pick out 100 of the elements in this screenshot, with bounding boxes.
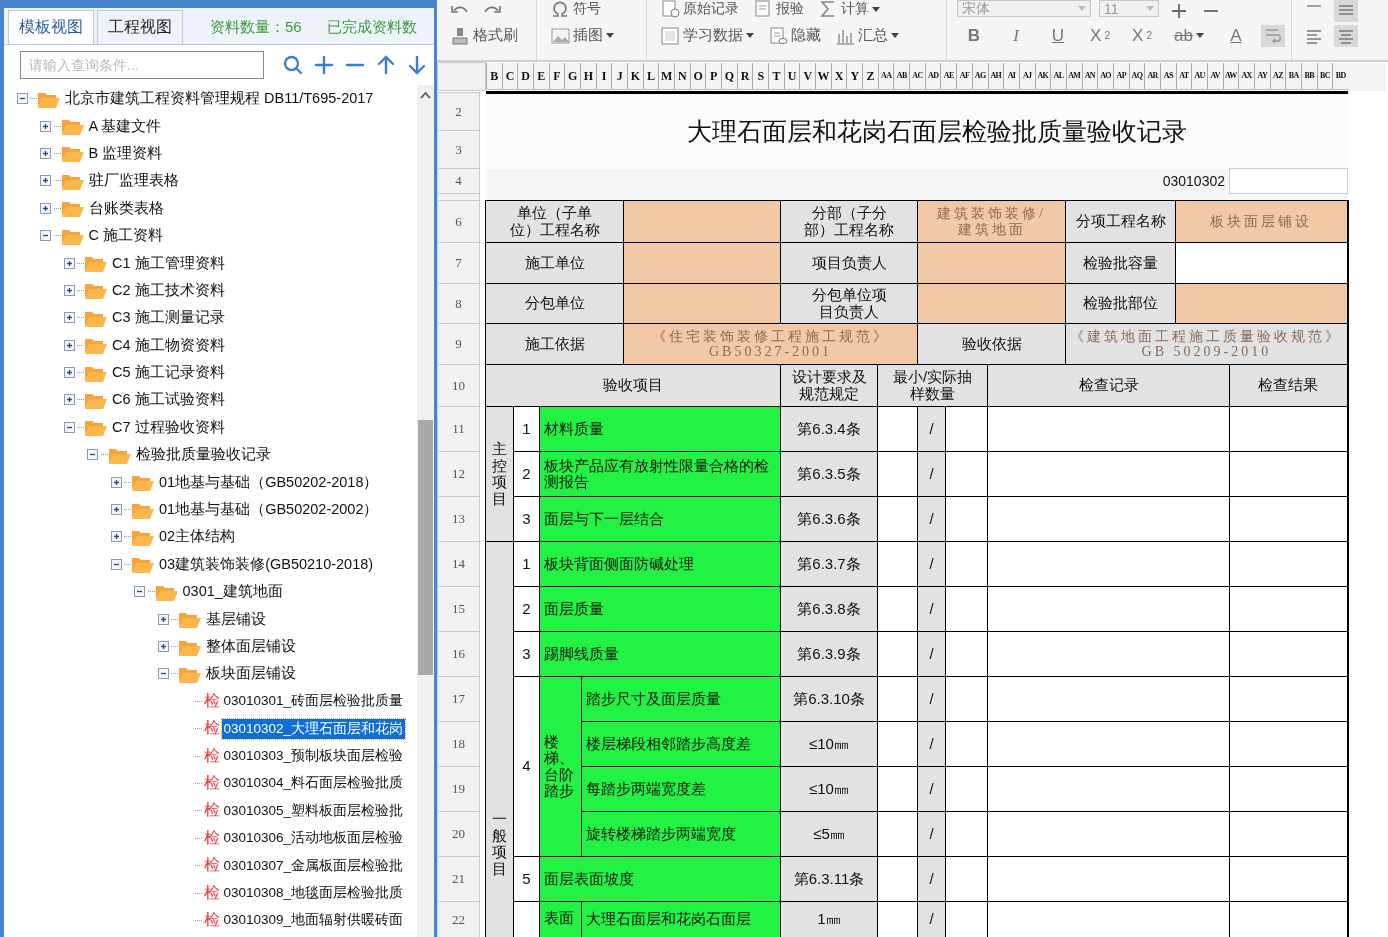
tree-item[interactable]: 整体面层铺设	[204, 636, 298, 657]
column-letter[interactable]: D	[517, 63, 533, 89]
tree-item[interactable]: 驻厂监理表格	[86, 170, 181, 192]
expand-icon[interactable]	[40, 120, 51, 132]
column-letter[interactable]: AP	[1112, 63, 1129, 89]
expand-icon[interactable]	[63, 257, 75, 269]
column-letter[interactable]: V	[799, 63, 816, 89]
tree-item[interactable]: A 基建文件	[86, 115, 164, 137]
column-letter[interactable]: BD	[1332, 63, 1348, 89]
column-letter[interactable]: AM	[1065, 63, 1082, 89]
tree-item[interactable]: C2 施工技术资料	[110, 279, 227, 301]
tree-item[interactable]: 03建筑装饰装修(GB50210-2018)	[157, 553, 376, 575]
scrollbar[interactable]	[417, 85, 434, 937]
down-arrow-icon[interactable]	[407, 55, 427, 75]
input-cell[interactable]	[917, 242, 1066, 284]
tree-item[interactable]: 01地基与基础（GB50202-2002）	[157, 499, 381, 521]
column-letter[interactable]: AI	[1003, 63, 1019, 89]
expand-icon[interactable]	[157, 613, 169, 625]
input-cell[interactable]	[1175, 283, 1348, 324]
column-letter[interactable]: AB	[893, 63, 910, 89]
chevron-up-icon[interactable]	[420, 91, 431, 99]
column-letter[interactable]: AL	[1050, 63, 1066, 89]
tree-item[interactable]: 03010303_预制板块面层检验	[221, 746, 406, 767]
tree-item[interactable]: 板块面层铺设	[204, 663, 298, 685]
expand-icon[interactable]	[63, 339, 75, 351]
collapse-icon[interactable]	[110, 558, 122, 570]
column-letter[interactable]: BC	[1316, 63, 1333, 89]
tree-item[interactable]: 01地基与基础（GB50202-2018）	[157, 471, 381, 493]
toolbar-button[interactable]: 格式刷	[447, 24, 521, 47]
tree-item[interactable]: 0301_建筑地面	[180, 581, 285, 603]
tree-item[interactable]: 03010307_金属板面层检验批	[221, 855, 406, 876]
toolbar-button[interactable]: 隐藏	[765, 24, 824, 47]
column-letter[interactable]: T	[768, 63, 784, 89]
column-letter[interactable]: AV	[1206, 63, 1223, 89]
up-arrow-icon[interactable]	[376, 55, 396, 75]
input-cell[interactable]	[917, 283, 1066, 324]
expand-icon[interactable]	[40, 147, 51, 159]
column-letter[interactable]: F	[548, 63, 565, 89]
search-field[interactable]: 请输入查询条件...	[20, 51, 264, 79]
column-letter[interactable]: B	[486, 63, 502, 89]
format-button[interactable]: A	[1219, 24, 1253, 47]
column-letter[interactable]: AA	[877, 63, 894, 89]
column-letter[interactable]: BB	[1300, 63, 1317, 89]
expand-icon[interactable]	[110, 531, 122, 543]
expand-icon[interactable]	[110, 476, 122, 488]
column-letter[interactable]: AS	[1159, 63, 1176, 89]
expand-icon[interactable]	[40, 202, 51, 214]
tree-item[interactable]: C3 施工测量记录	[110, 307, 227, 329]
tree-item[interactable]: 02主体结构	[157, 526, 238, 548]
column-letter[interactable]: O	[689, 63, 706, 89]
tree-item[interactable]: 基层铺设	[204, 608, 268, 630]
tree-item[interactable]: 03010304_料石面层检验批质	[221, 773, 406, 794]
column-letter[interactable]: AZ	[1269, 63, 1286, 89]
input-cell[interactable]	[623, 200, 781, 243]
toolbar-button[interactable]: 学习数据	[657, 24, 757, 47]
column-letter[interactable]: AH	[987, 63, 1004, 89]
column-letter[interactable]: AE	[940, 63, 957, 89]
column-letter[interactable]: AD	[924, 63, 941, 89]
tree-item[interactable]: 03010306_活动地板面层检验	[221, 828, 406, 849]
toolbar-button[interactable]: 报验	[750, 0, 807, 18]
column-letter[interactable]: AG	[971, 63, 988, 89]
collapse-icon[interactable]	[87, 449, 98, 461]
plus-icon[interactable]	[314, 55, 334, 75]
collapse-icon[interactable]	[40, 230, 51, 242]
column-letter[interactable]: Z	[862, 63, 878, 89]
column-letter[interactable]: L	[642, 63, 659, 89]
column-letter[interactable]: E	[533, 63, 549, 89]
toolbar-button[interactable]: 原始记录	[657, 0, 742, 18]
toolbar-button[interactable]: 符号	[547, 0, 604, 18]
column-letter[interactable]: C	[501, 63, 518, 89]
expand-icon[interactable]	[110, 504, 122, 516]
expand-icon[interactable]	[40, 175, 51, 187]
tree-item[interactable]: C4 施工物资资料	[110, 334, 227, 356]
expand-icon[interactable]	[157, 641, 169, 652]
column-letter[interactable]: AK	[1034, 63, 1051, 89]
tree-item[interactable]: 03010302_大理石面层和花岗	[221, 718, 406, 739]
format-button[interactable]: U	[1041, 24, 1075, 47]
column-letter[interactable]: AC	[909, 63, 925, 89]
column-letter[interactable]: BA	[1285, 63, 1301, 89]
tree-item[interactable]: 03010305_塑料板面层检验批	[221, 800, 406, 821]
column-letter[interactable]: X	[830, 63, 847, 89]
column-letter[interactable]: AU	[1191, 63, 1207, 89]
expand-icon[interactable]	[63, 284, 75, 296]
column-letter[interactable]: I	[595, 63, 612, 89]
column-letter[interactable]: AQ	[1128, 63, 1145, 89]
column-letter[interactable]: AO	[1097, 63, 1113, 89]
tree-item[interactable]: C1 施工管理资料	[110, 252, 227, 274]
expand-icon[interactable]	[63, 312, 75, 324]
column-letter[interactable]: R	[736, 63, 753, 89]
collapse-icon[interactable]	[63, 421, 75, 433]
search-icon[interactable]	[283, 55, 303, 75]
column-letter[interactable]: G	[564, 63, 581, 89]
column-letter[interactable]: AN	[1081, 63, 1098, 89]
column-letter[interactable]: N	[674, 63, 690, 89]
input-cell[interactable]	[623, 242, 781, 284]
tree-item[interactable]: 03010301_砖面层检验批质量	[221, 691, 406, 712]
column-letter[interactable]: AY	[1253, 63, 1270, 89]
tree-item[interactable]: 台账类表格	[86, 197, 166, 219]
tree-item[interactable]: 03010308_地毯面层检验批质	[221, 883, 406, 903]
input-cell[interactable]	[623, 283, 781, 324]
